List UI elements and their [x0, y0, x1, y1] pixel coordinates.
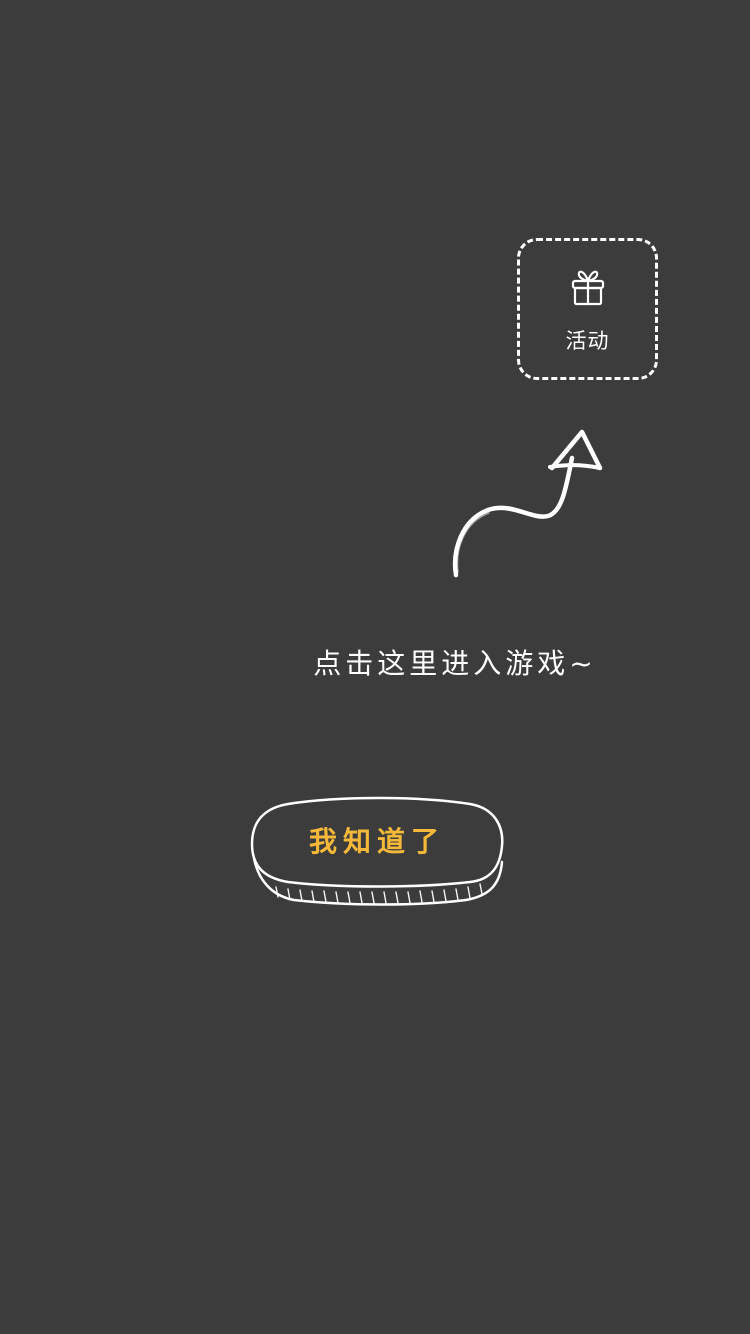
guide-overlay: 活动 点击这里进入游戏~ 我知道了: [0, 0, 750, 1334]
i-know-button[interactable]: 我知道了: [248, 796, 506, 908]
guide-hint-text: 点击这里进入游戏~: [313, 647, 597, 680]
gift-icon: [571, 270, 604, 306]
i-know-button-label: 我知道了: [308, 825, 445, 858]
activity-highlight[interactable]: 活动: [517, 238, 658, 380]
activity-label: 活动: [565, 329, 610, 353]
hand-drawn-arrow-icon: [452, 429, 603, 578]
